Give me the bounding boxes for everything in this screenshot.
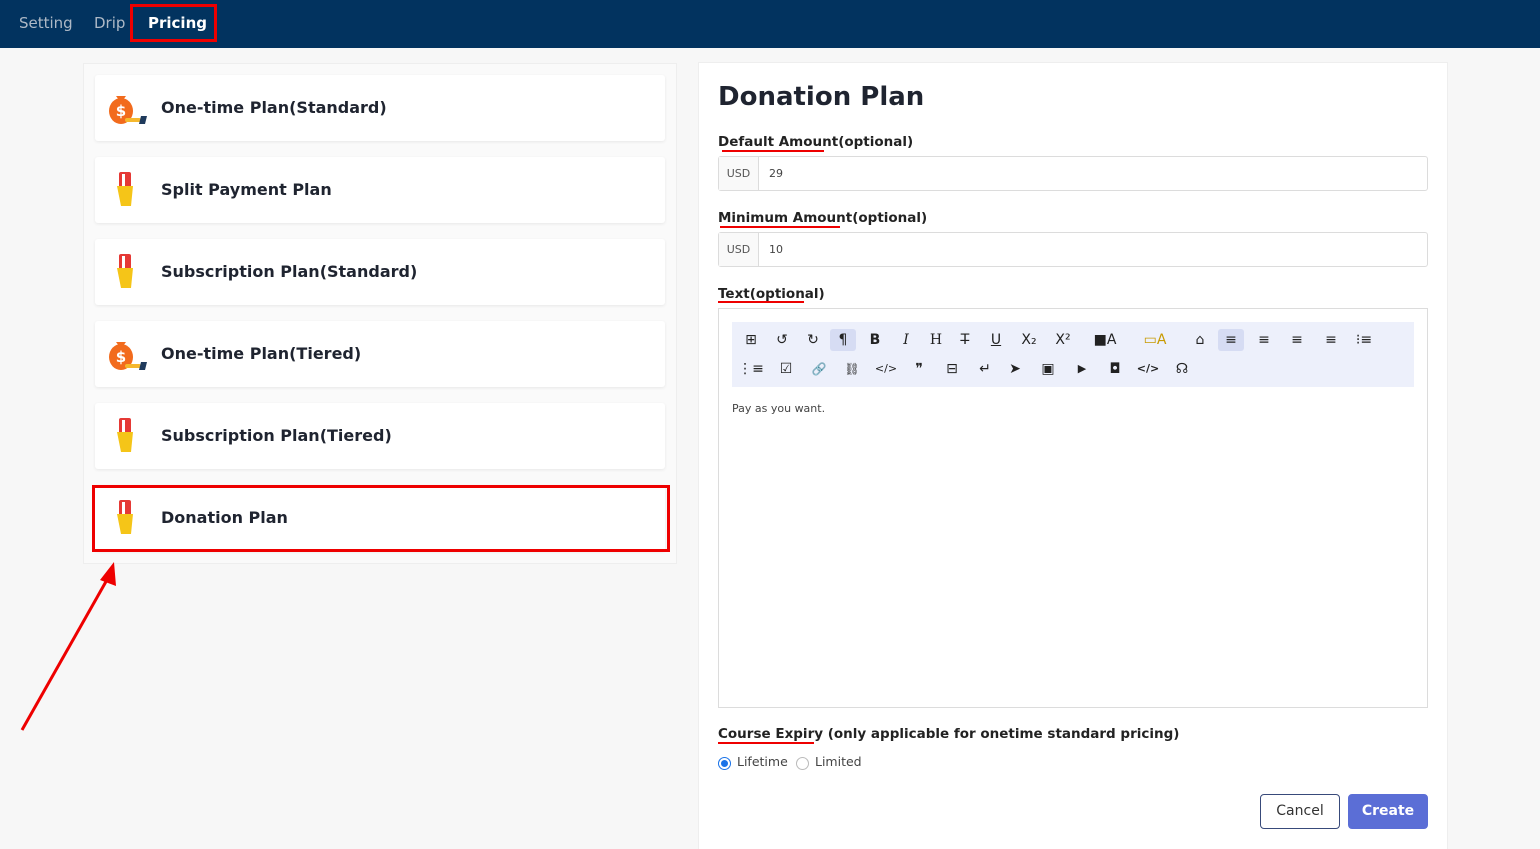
card-hand-icon (117, 500, 133, 534)
lifetime-radio[interactable] (718, 757, 731, 770)
card-hand-icon (117, 418, 133, 452)
editor-toolbar: ⊞ ↺ ↻ ¶ B I H T̶ U X₂ X² ■A ▭A ⌂ ≡ ≡ ≡ ≡… (732, 322, 1414, 387)
default-amount-underline (722, 150, 824, 152)
plan-label: One-time Plan(Tiered) (161, 344, 362, 363)
strikethrough-icon[interactable]: T̶ (952, 329, 978, 351)
minimum-amount-field: USD (718, 232, 1428, 267)
bold-icon[interactable]: B (862, 329, 888, 351)
form-title: Donation Plan (718, 82, 925, 112)
plan-card-split-payment[interactable]: Split Payment Plan (95, 157, 665, 223)
plan-label: Subscription Plan(Standard) (161, 262, 418, 281)
table-icon[interactable]: ⊞ (738, 329, 764, 351)
tab-setting[interactable]: Setting (19, 0, 73, 48)
plan-card-onetime-standard[interactable]: $ One-time Plan(Standard) (95, 75, 665, 141)
background-color-icon[interactable]: ▭A (1138, 329, 1172, 351)
plan-label: One-time Plan(Standard) (161, 98, 387, 117)
money-bag-icon: $ (109, 342, 147, 370)
course-expiry-label: Course Expiry (only applicable for oneti… (718, 726, 1180, 742)
money-bag-icon: $ (109, 96, 147, 124)
text-label: Text(optional) (718, 286, 825, 302)
unlink-icon[interactable]: ⛓ (839, 358, 865, 380)
align-right-icon[interactable]: ≡ (1284, 329, 1310, 351)
tab-pricing[interactable]: Pricing (148, 0, 207, 48)
redo-icon[interactable]: ↻ (800, 329, 826, 351)
currency-addon: USD (719, 233, 759, 266)
ordered-list-icon[interactable]: ⋮≡ (738, 358, 764, 380)
underline-icon[interactable]: U (983, 329, 1009, 351)
audio-icon[interactable]: ☊ (1169, 358, 1195, 380)
line-break-icon[interactable]: ↵ (972, 358, 998, 380)
checklist-icon[interactable]: ☑ (773, 358, 799, 380)
card-hand-icon (117, 254, 133, 288)
heading-icon[interactable]: H (923, 329, 949, 351)
text-color-icon[interactable]: ■A (1088, 329, 1122, 351)
top-nav: Setting Drip Pricing (0, 0, 1540, 48)
default-amount-field: USD (718, 156, 1428, 191)
align-left-icon[interactable]: ≡ (1218, 329, 1244, 351)
svg-text:$: $ (116, 348, 126, 366)
svg-text:$: $ (116, 102, 126, 120)
italic-icon[interactable]: I (893, 329, 919, 351)
subscript-icon[interactable]: X₂ (1016, 329, 1042, 351)
bullet-list-icon[interactable]: ⁝≡ (1351, 329, 1377, 351)
minimum-amount-label: Minimum Amount(optional) (718, 210, 928, 226)
cancel-button[interactable]: Cancel (1260, 794, 1340, 829)
editor-content[interactable]: Pay as you want. (732, 402, 825, 415)
plan-card-onetime-tiered[interactable]: $ One-time Plan(Tiered) (95, 321, 665, 387)
blockquote-icon[interactable]: ❞ (906, 358, 932, 380)
lifetime-label[interactable]: Lifetime (737, 754, 788, 769)
card-hand-icon (117, 172, 133, 206)
plan-card-subscription-tiered[interactable]: Subscription Plan(Tiered) (95, 403, 665, 469)
link-icon[interactable]: 🔗 (806, 358, 832, 380)
youtube-icon[interactable]: ▶ (1069, 358, 1095, 380)
align-center-icon[interactable]: ≡ (1251, 329, 1277, 351)
minimum-amount-input[interactable] (769, 233, 1409, 266)
paragraph-icon[interactable]: ¶ (830, 329, 856, 351)
minimum-amount-underline (720, 226, 840, 228)
plan-label: Donation Plan (161, 508, 288, 527)
limited-label[interactable]: Limited (815, 754, 862, 769)
image-icon[interactable]: ▣ (1035, 358, 1061, 380)
plan-label: Split Payment Plan (161, 180, 332, 199)
plan-card-donation[interactable]: Donation Plan (95, 485, 665, 551)
default-amount-input[interactable] (769, 157, 1409, 190)
video-icon[interactable]: ◘ (1102, 358, 1128, 380)
course-expiry-underline (718, 742, 814, 744)
send-icon[interactable]: ➤ (1002, 358, 1028, 380)
create-button[interactable]: Create (1348, 794, 1428, 829)
inline-code-icon[interactable]: </> (873, 358, 899, 380)
clear-format-icon[interactable]: ⌂ (1187, 329, 1213, 351)
plan-card-subscription-standard[interactable]: Subscription Plan(Standard) (95, 239, 665, 305)
plan-label: Subscription Plan(Tiered) (161, 426, 392, 445)
text-underline (718, 301, 804, 303)
default-amount-label: Default Amount(optional) (718, 134, 914, 150)
superscript-icon[interactable]: X² (1050, 329, 1076, 351)
tab-drip[interactable]: Drip (94, 0, 125, 48)
align-justify-icon[interactable]: ≡ (1318, 329, 1344, 351)
limited-radio[interactable] (796, 757, 809, 770)
code-block-icon[interactable]: </> (1135, 358, 1161, 380)
currency-addon: USD (719, 157, 759, 190)
horizontal-rule-icon[interactable]: ⊟ (939, 358, 965, 380)
undo-icon[interactable]: ↺ (769, 329, 795, 351)
